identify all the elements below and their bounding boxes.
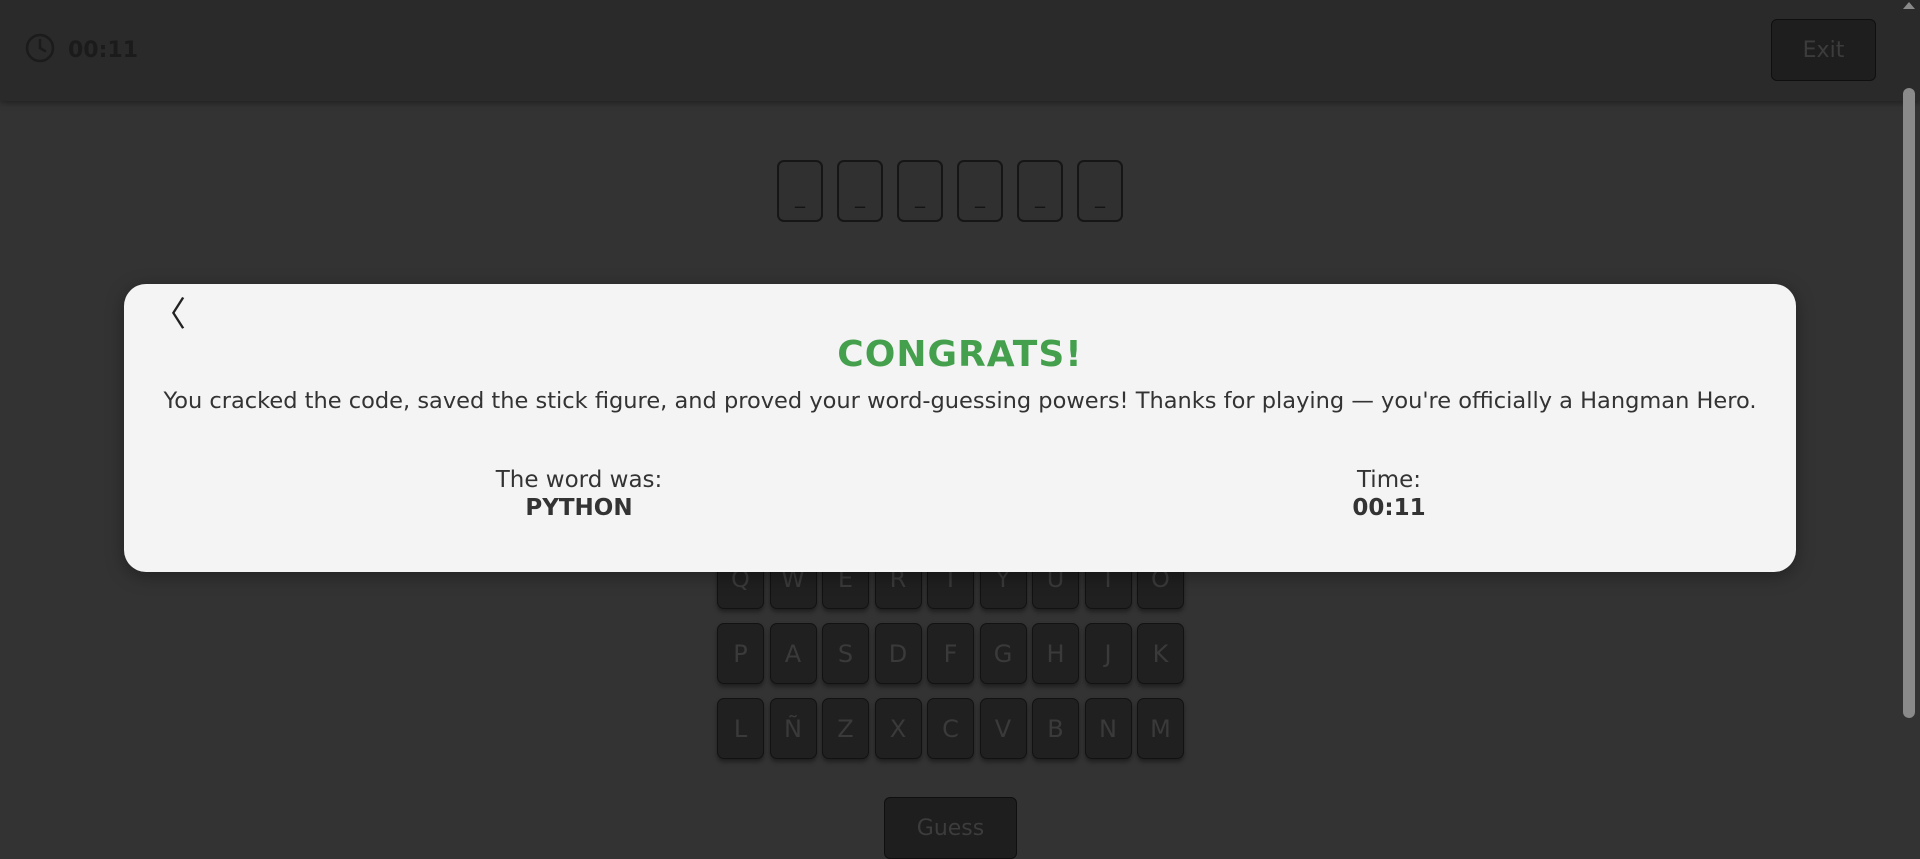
time-value: 00:11 [1352,495,1426,521]
keyboard-row: L Ñ Z X C V B N M [717,698,1190,759]
letter-slot: _ [777,160,823,222]
time-label: Time: [1356,467,1422,493]
key-m[interactable]: M [1137,698,1184,759]
key-enye[interactable]: Ñ [769,698,817,759]
modal-title: CONGRATS! [837,334,1083,375]
scrollbar-thumb[interactable] [1903,88,1915,718]
letter-keyboard: Q W E R T Y U I O P A S D F G H J K L Ñ … [717,548,1190,773]
word-result: The word was: PYTHON [429,467,729,521]
congrats-modal: 〈 CONGRATS! You cracked the code, saved … [124,284,1796,572]
letter-slot: _ [1077,160,1123,222]
modal-message: You cracked the code, saved the stick fi… [163,388,1757,414]
key-a[interactable]: A [769,623,817,684]
key-d[interactable]: D [874,623,922,684]
key-g[interactable]: G [979,623,1027,684]
key-l[interactable]: L [717,698,764,759]
top-bar: 00:11 Exit [0,0,1920,101]
letter-slot: _ [1017,160,1063,222]
back-icon[interactable]: 〈 [152,298,186,332]
scroll-up-arrow[interactable] [1903,2,1915,9]
timer-text: 00:11 [68,37,139,63]
key-x[interactable]: X [874,698,922,759]
keyboard-row: P A S D F G H J K [717,623,1190,684]
key-p[interactable]: P [717,623,764,684]
word-slots: _ _ _ _ _ _ [777,160,1137,222]
clock-icon [24,32,56,68]
timer: 00:11 [24,32,138,68]
word-value: PYTHON [525,495,633,521]
key-n[interactable]: N [1084,698,1132,759]
letter-slot: _ [957,160,1003,222]
key-b[interactable]: B [1032,698,1079,759]
key-h[interactable]: H [1032,623,1079,684]
key-c[interactable]: C [927,698,974,759]
letter-slot: _ [897,160,943,222]
key-k[interactable]: K [1137,623,1184,684]
key-v[interactable]: V [979,698,1027,759]
key-z[interactable]: Z [822,698,869,759]
key-j[interactable]: J [1084,623,1132,684]
guess-button[interactable]: Guess [884,797,1017,859]
key-s[interactable]: S [822,623,869,684]
key-f[interactable]: F [927,623,974,684]
exit-button[interactable]: Exit [1771,19,1876,81]
word-label: The word was: [495,467,663,493]
time-result: Time: 00:11 [1239,467,1539,521]
letter-slot: _ [837,160,883,222]
